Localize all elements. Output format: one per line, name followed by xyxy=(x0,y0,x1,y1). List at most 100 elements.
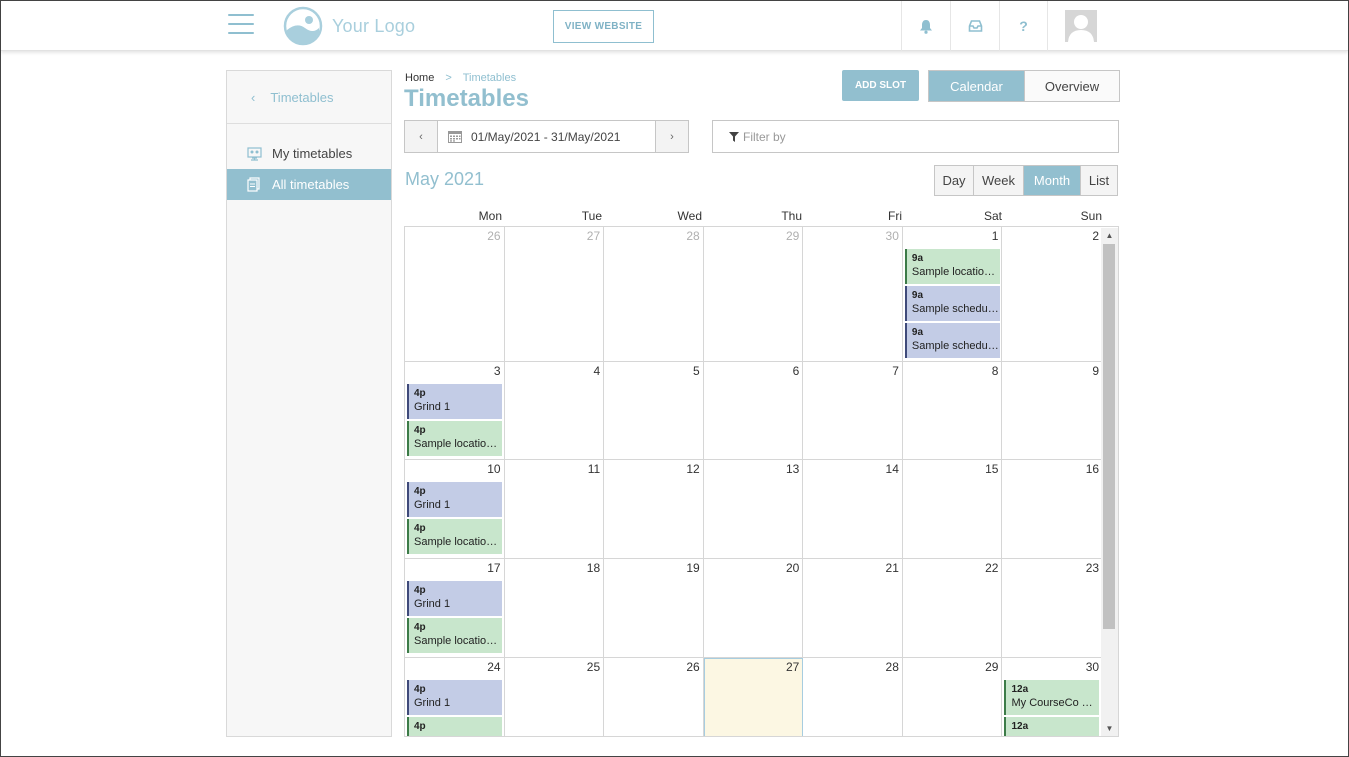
view-website-button[interactable]: VIEW WEBSITE xyxy=(553,10,654,43)
day-cell[interactable]: 15 xyxy=(903,460,1003,558)
day-number[interactable]: 13 xyxy=(786,462,799,476)
day-number[interactable]: 6 xyxy=(793,364,800,378)
range-tab-month[interactable]: Month xyxy=(1023,166,1080,195)
day-cell[interactable]: 22 xyxy=(903,559,1003,657)
day-number[interactable]: 26 xyxy=(487,229,500,243)
day-number[interactable]: 24 xyxy=(487,660,500,674)
range-tab-week[interactable]: Week xyxy=(973,166,1023,195)
calendar-scrollbar[interactable]: ▲ ▼ xyxy=(1101,228,1118,736)
calendar-event[interactable]: 9a Sample schedul… xyxy=(904,286,1000,321)
day-number[interactable]: 17 xyxy=(487,561,500,575)
day-cell[interactable]: 6 xyxy=(704,362,804,459)
day-number[interactable]: 18 xyxy=(587,561,600,575)
day-number[interactable]: 8 xyxy=(992,364,999,378)
range-tab-list[interactable]: List xyxy=(1080,166,1117,195)
day-number[interactable]: 21 xyxy=(886,561,899,575)
day-number[interactable]: 30 xyxy=(1086,660,1099,674)
previous-range-button[interactable]: ‹ xyxy=(405,121,437,152)
user-menu[interactable] xyxy=(1048,1,1114,51)
day-cell[interactable]: 4 xyxy=(505,362,605,459)
day-cell[interactable]: 21 xyxy=(803,559,903,657)
day-cell[interactable]: 7 xyxy=(803,362,903,459)
date-range-field[interactable]: 01/May/2021 - 31/May/2021 xyxy=(437,121,656,152)
day-number[interactable]: 2 xyxy=(1092,229,1099,243)
day-cell[interactable]: 17 4p Grind 1 4p Sample locatio… xyxy=(405,559,505,657)
calendar-event[interactable]: 4p Grind 1 xyxy=(407,384,502,419)
day-number[interactable]: 3 xyxy=(494,364,501,378)
day-number[interactable]: 9 xyxy=(1092,364,1099,378)
day-cell[interactable]: 26 xyxy=(405,227,505,361)
scroll-up-arrow-icon[interactable]: ▲ xyxy=(1101,228,1118,243)
day-number[interactable]: 22 xyxy=(985,561,998,575)
day-cell[interactable]: 24 4p Grind 1 4p xyxy=(405,658,505,736)
add-slot-button[interactable]: ADD SLOT xyxy=(842,70,919,101)
day-cell[interactable]: 18 xyxy=(505,559,605,657)
day-number[interactable]: 5 xyxy=(693,364,700,378)
day-cell[interactable]: 10 4p Grind 1 4p Sample locatio… xyxy=(405,460,505,558)
day-cell[interactable]: 30 12a My CourseCo Tr… 12a xyxy=(1002,658,1102,736)
day-number[interactable]: 26 xyxy=(686,660,699,674)
day-cell[interactable]: 28 xyxy=(604,227,704,361)
breadcrumb-home[interactable]: Home xyxy=(405,72,434,84)
day-cell[interactable]: 13 xyxy=(704,460,804,558)
day-cell[interactable]: 12 xyxy=(604,460,704,558)
day-cell[interactable]: 30 xyxy=(803,227,903,361)
sidebar-item-my-timetables[interactable]: My timetables xyxy=(227,138,391,169)
day-number[interactable]: 25 xyxy=(587,660,600,674)
day-cell[interactable]: 11 xyxy=(505,460,605,558)
day-cell[interactable]: 19 xyxy=(604,559,704,657)
day-number[interactable]: 11 xyxy=(588,462,600,476)
day-number[interactable]: 27 xyxy=(786,660,799,674)
calendar-event[interactable]: 4p Grind 1 xyxy=(407,581,502,616)
day-number[interactable]: 29 xyxy=(985,660,998,674)
calendar-event[interactable]: 9a Sample schedul… xyxy=(904,323,1000,358)
day-cell[interactable]: 28 xyxy=(803,658,903,736)
notifications-button[interactable] xyxy=(901,1,950,51)
day-cell[interactable]: 16 xyxy=(1002,460,1102,558)
day-cell[interactable]: 14 xyxy=(803,460,903,558)
calendar-event[interactable]: 4p xyxy=(407,717,502,736)
day-cell[interactable]: 20 xyxy=(704,559,804,657)
day-number[interactable]: 1 xyxy=(992,229,999,243)
day-cell[interactable]: 26 xyxy=(604,658,704,736)
day-cell[interactable]: 27 xyxy=(505,227,605,361)
day-number[interactable]: 10 xyxy=(487,462,500,476)
filter-input[interactable]: Filter by xyxy=(712,120,1119,153)
calendar-event[interactable]: 12a xyxy=(1004,717,1100,736)
inbox-button[interactable] xyxy=(950,1,999,51)
day-number[interactable]: 4 xyxy=(593,364,600,378)
day-cell[interactable]: 8 xyxy=(903,362,1003,459)
sidebar-back-button[interactable]: ‹ Timetables xyxy=(227,71,391,124)
day-number[interactable]: 14 xyxy=(886,462,899,476)
day-cell[interactable]: 29 xyxy=(903,658,1003,736)
calendar-event[interactable]: 4p Sample locatio… xyxy=(407,519,502,554)
calendar-view-button[interactable]: Calendar xyxy=(929,71,1024,101)
day-number[interactable]: 28 xyxy=(686,229,699,243)
day-cell[interactable]: 23 xyxy=(1002,559,1102,657)
calendar-event[interactable]: 9a Sample locatio… xyxy=(904,249,1000,284)
day-number[interactable]: 29 xyxy=(786,229,799,243)
day-number[interactable]: 16 xyxy=(1086,462,1099,476)
calendar-event[interactable]: 4p Sample locatio… xyxy=(407,618,502,653)
next-range-button[interactable]: › xyxy=(656,121,688,152)
day-number[interactable]: 28 xyxy=(886,660,899,674)
day-cell-today[interactable]: 27 xyxy=(703,658,804,736)
day-number[interactable]: 15 xyxy=(985,462,998,476)
day-number[interactable]: 30 xyxy=(886,229,899,243)
day-number[interactable]: 23 xyxy=(1086,561,1099,575)
logo[interactable]: Your Logo xyxy=(283,5,415,47)
sidebar-item-all-timetables[interactable]: All timetables xyxy=(227,169,391,200)
day-number[interactable]: 7 xyxy=(892,364,899,378)
scrollbar-thumb[interactable] xyxy=(1103,244,1115,629)
day-number[interactable]: 27 xyxy=(587,229,600,243)
avatar[interactable] xyxy=(1065,10,1097,42)
day-number[interactable]: 20 xyxy=(786,561,799,575)
calendar-event[interactable]: 4p Grind 1 xyxy=(407,680,502,715)
hamburger-menu-icon[interactable] xyxy=(228,14,254,36)
day-cell[interactable]: 5 xyxy=(604,362,704,459)
day-cell[interactable]: 3 4p Grind 1 4p Sample locatio… xyxy=(405,362,505,459)
day-cell[interactable]: 25 xyxy=(505,658,605,736)
day-cell[interactable]: 9 xyxy=(1002,362,1102,459)
range-tab-day[interactable]: Day xyxy=(935,166,973,195)
scroll-down-arrow-icon[interactable]: ▼ xyxy=(1101,721,1118,736)
